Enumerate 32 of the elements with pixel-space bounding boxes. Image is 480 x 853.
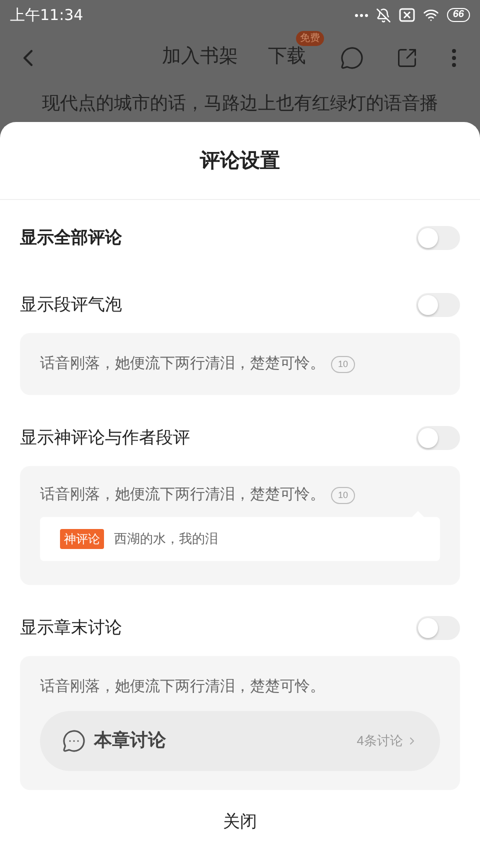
reading-text: 现代点的城市的话，马路边上也有红绿灯的语音播 xyxy=(42,92,438,115)
setting-label: 显示全部评论 xyxy=(20,227,122,250)
preview-text: 话音刚落，她便流下两行清泪，楚楚可怜。 xyxy=(40,677,326,697)
comment-count-bubble[interactable]: 10 xyxy=(331,356,356,372)
setting-label: 显示章末讨论 xyxy=(20,617,122,640)
sheet-title: 评论设置 xyxy=(200,148,280,174)
preview-text: 话音刚落，她便流下两行清泪，楚楚可怜。 xyxy=(40,485,325,505)
comment-text: 西湖的水，我的泪 xyxy=(114,530,218,548)
status-time: 上午11:34 xyxy=(10,4,84,26)
setting-label: 显示神评论与作者段评 xyxy=(20,427,190,450)
sim-card-icon xyxy=(398,8,415,22)
free-badge: 免费 xyxy=(296,31,324,46)
preview-text: 话音刚落，她便流下两行清泪，楚楚可怜。 xyxy=(40,354,325,374)
more-dots-icon xyxy=(354,14,368,16)
discussion-count: 4条讨论 xyxy=(356,732,403,750)
toggle-switch[interactable] xyxy=(416,293,460,317)
toggle-switch[interactable] xyxy=(416,226,460,250)
chapter-discussion-button[interactable]: 本章讨论 4条讨论 xyxy=(40,710,440,770)
battery-indicator: 66 xyxy=(446,8,470,22)
toggle-switch[interactable] xyxy=(416,426,460,450)
share-icon[interactable] xyxy=(396,46,418,68)
close-button[interactable]: 关闭 xyxy=(213,804,267,838)
chat-bubble-icon xyxy=(62,728,86,752)
comment-count-bubble[interactable]: 10 xyxy=(331,486,356,504)
muted-bell-icon xyxy=(376,8,391,22)
setting-label: 显示段评气泡 xyxy=(20,294,122,316)
comment-settings-icon[interactable] xyxy=(340,46,364,70)
god-comment-tag: 神评论 xyxy=(60,528,104,548)
add-to-shelf-button[interactable]: 加入书架 xyxy=(162,43,238,72)
discussion-title: 本章讨论 xyxy=(94,729,166,752)
wifi-icon xyxy=(422,7,439,23)
toggle-switch[interactable] xyxy=(416,616,460,640)
